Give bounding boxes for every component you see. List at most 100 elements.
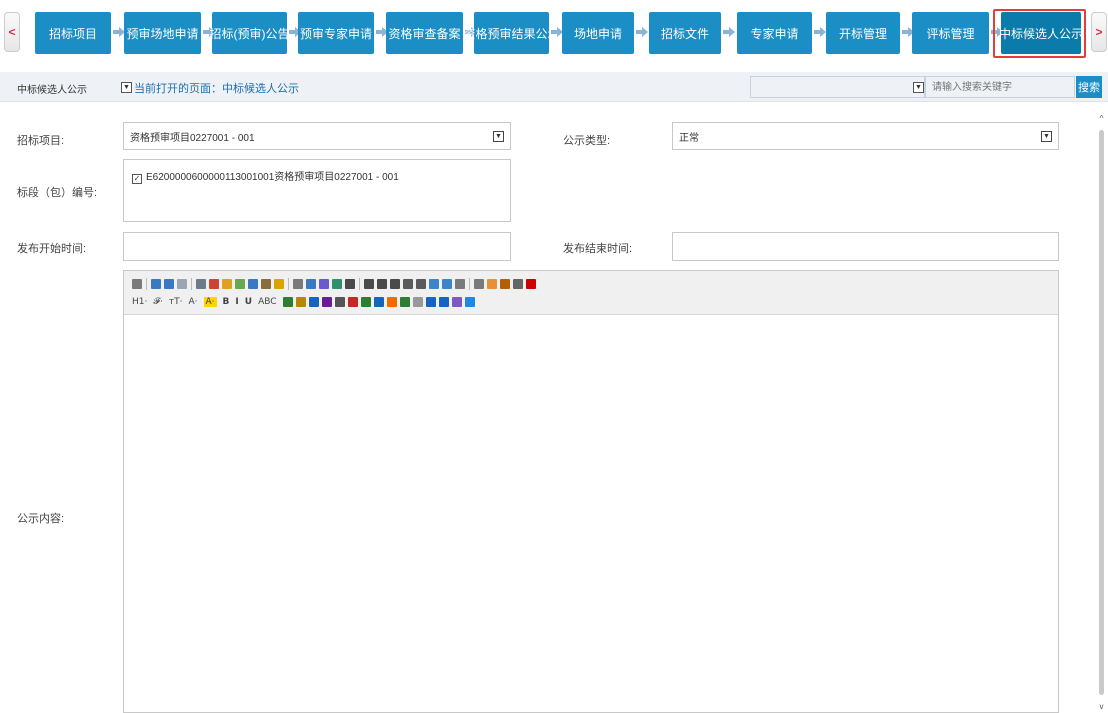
editor-tool-icon[interactable] xyxy=(321,297,332,307)
editor-tool-icon[interactable] xyxy=(347,297,358,307)
editor-format-button[interactable]: A· xyxy=(188,297,197,307)
nav-step-8[interactable]: 招标文件 xyxy=(649,12,721,54)
editor-content-area[interactable] xyxy=(124,315,1058,712)
editor-tool-icon[interactable] xyxy=(442,279,452,289)
scroll-down-icon[interactable]: v xyxy=(1097,702,1106,711)
rich-text-editor[interactable]: H1· 𝓕· тT· A· A· B I U ABC xyxy=(123,270,1059,713)
editor-tool-icon[interactable] xyxy=(373,297,384,307)
editor-tool-icon[interactable] xyxy=(177,279,187,289)
nav-step-6[interactable]: 资格预审结果公示 xyxy=(464,12,560,54)
editor-tool-icon[interactable] xyxy=(164,279,174,289)
editor-tool-icon[interactable] xyxy=(293,279,303,289)
editor-tool-icon[interactable] xyxy=(464,297,475,307)
editor-tool-icon[interactable] xyxy=(306,279,316,289)
editor-format-button[interactable]: ABC xyxy=(258,297,276,307)
editor-tool-icon[interactable] xyxy=(403,279,413,289)
publish-end-label: 发布结束时间: xyxy=(563,243,633,255)
editor-tool-icon[interactable] xyxy=(132,279,142,289)
workflow-nav: < 招标项目 预审场地申请 招标(预审)公告 预审专家申请 资格审查备案 资格预审结果公示… xyxy=(0,0,1108,66)
search-button[interactable]: 搜索 xyxy=(1076,76,1102,98)
editor-tool-icon[interactable] xyxy=(399,297,410,307)
page-select[interactable]: 中标候选人公示 ▼ xyxy=(17,78,133,98)
editor-format-button[interactable]: A· xyxy=(203,297,217,307)
editor-tool-icon[interactable] xyxy=(332,279,342,289)
section-list: ✓ E62000006000001130010​01资格预审项目0227001 -… xyxy=(123,159,511,222)
page-toolbar: 中标候选人公示 ▼ 当前打开的页面：中标候选人公示 ▼ 搜索 xyxy=(0,72,1108,102)
editor-tool-icon[interactable] xyxy=(151,279,161,289)
editor-tool-icon[interactable] xyxy=(295,297,306,307)
editor-format-button[interactable]: U xyxy=(245,297,252,307)
section-checkbox[interactable]: ✓ xyxy=(132,174,142,184)
publish-end-input[interactable] xyxy=(672,232,1059,261)
scroll-up-icon[interactable]: ^ xyxy=(1097,114,1106,123)
publish-start-input[interactable] xyxy=(123,232,511,261)
editor-tool-icon[interactable] xyxy=(274,279,284,289)
editor-tool-icon[interactable] xyxy=(345,279,355,289)
project-select-value: 资格预审项目0227001 - 001 xyxy=(130,132,255,144)
editor-tool-icon[interactable] xyxy=(474,279,484,289)
notice-type-value: 正常 xyxy=(679,132,699,144)
editor-tool-icon[interactable] xyxy=(377,279,387,289)
active-step-highlight xyxy=(993,9,1086,58)
editor-tool-icon[interactable] xyxy=(513,279,523,289)
editor-tool-icon[interactable] xyxy=(235,279,245,289)
editor-tool-icon[interactable] xyxy=(487,279,497,289)
editor-tool-icon[interactable] xyxy=(209,279,219,289)
nav-step-5[interactable]: 资格审查备案 xyxy=(386,12,463,54)
chevron-down-icon[interactable]: ▼ xyxy=(913,82,924,93)
notice-type-select[interactable]: 正常 ▼ xyxy=(672,122,1059,150)
editor-tool-icon[interactable] xyxy=(282,297,293,307)
editor-tool-icon[interactable] xyxy=(429,279,439,289)
toolbar-separator xyxy=(146,278,147,290)
editor-format-button[interactable]: 𝓕· xyxy=(153,297,163,307)
editor-tool-icon[interactable] xyxy=(319,279,329,289)
chevron-down-icon[interactable]: ▼ xyxy=(1041,131,1052,142)
search-input[interactable] xyxy=(925,76,1075,98)
editor-tool-icon[interactable] xyxy=(438,297,449,307)
editor-tool-icon[interactable] xyxy=(386,297,397,307)
editor-tool-icon[interactable] xyxy=(261,279,271,289)
nav-step-10[interactable]: 开标管理 xyxy=(826,12,900,54)
nav-next-button[interactable]: > xyxy=(1091,12,1107,52)
nav-step-11[interactable]: 评标管理 xyxy=(912,12,989,54)
editor-tool-icon[interactable] xyxy=(416,279,426,289)
editor-tool-icon[interactable] xyxy=(451,297,462,307)
scrollbar-thumb[interactable] xyxy=(1099,130,1104,695)
editor-tool-icon[interactable] xyxy=(412,297,423,307)
arrow-right-icon xyxy=(636,27,648,37)
project-select[interactable]: 资格预审项目0227001 - 001 ▼ xyxy=(123,122,511,150)
section-item-label: E62000006000001130010​01资格预审项目0227001 - … xyxy=(146,172,399,183)
editor-tool-icon[interactable] xyxy=(500,279,510,289)
nav-step-1[interactable]: 招标项目 xyxy=(35,12,111,54)
editor-tool-icon[interactable] xyxy=(248,279,258,289)
editor-tool-icon[interactable] xyxy=(334,297,345,307)
editor-format-button[interactable]: тT· xyxy=(169,297,183,307)
editor-tool-icon[interactable] xyxy=(526,279,536,289)
editor-format-button[interactable]: B xyxy=(223,297,230,307)
editor-tool-icon[interactable] xyxy=(196,279,206,289)
editor-tool-icon[interactable] xyxy=(308,297,319,307)
nav-step-4[interactable]: 预审专家申请 xyxy=(298,12,374,54)
project-label: 招标项目: xyxy=(17,135,65,147)
editor-format-button[interactable]: H1· xyxy=(132,297,147,307)
editor-tool-icon[interactable] xyxy=(425,297,436,307)
page-select-value: 中标候选人公示 xyxy=(17,84,87,96)
chevron-down-icon[interactable]: ▼ xyxy=(121,82,132,93)
content-label: 公示内容: xyxy=(17,513,65,525)
nav-step-3[interactable]: 招标(预审)公告 xyxy=(210,12,290,54)
nav-step-9[interactable]: 专家申请 xyxy=(737,12,812,54)
editor-format-button[interactable]: I xyxy=(235,297,238,307)
page-scrollbar[interactable]: ^ v xyxy=(1094,112,1108,713)
nav-prev-button[interactable]: < xyxy=(4,12,20,52)
search-category-select[interactable]: ▼ xyxy=(750,76,925,98)
editor-tool-icon[interactable] xyxy=(364,279,374,289)
editor-tool-icon[interactable] xyxy=(360,297,371,307)
nav-step-7[interactable]: 场地申请 xyxy=(562,12,634,54)
editor-tool-icon[interactable] xyxy=(390,279,400,289)
chevron-down-icon[interactable]: ▼ xyxy=(493,131,504,142)
arrow-right-icon xyxy=(723,27,735,37)
editor-toolbar: H1· 𝓕· тT· A· A· B I U ABC xyxy=(124,271,1058,315)
nav-step-2[interactable]: 预审场地申请 xyxy=(124,12,201,54)
editor-tool-icon[interactable] xyxy=(455,279,465,289)
editor-tool-icon[interactable] xyxy=(222,279,232,289)
